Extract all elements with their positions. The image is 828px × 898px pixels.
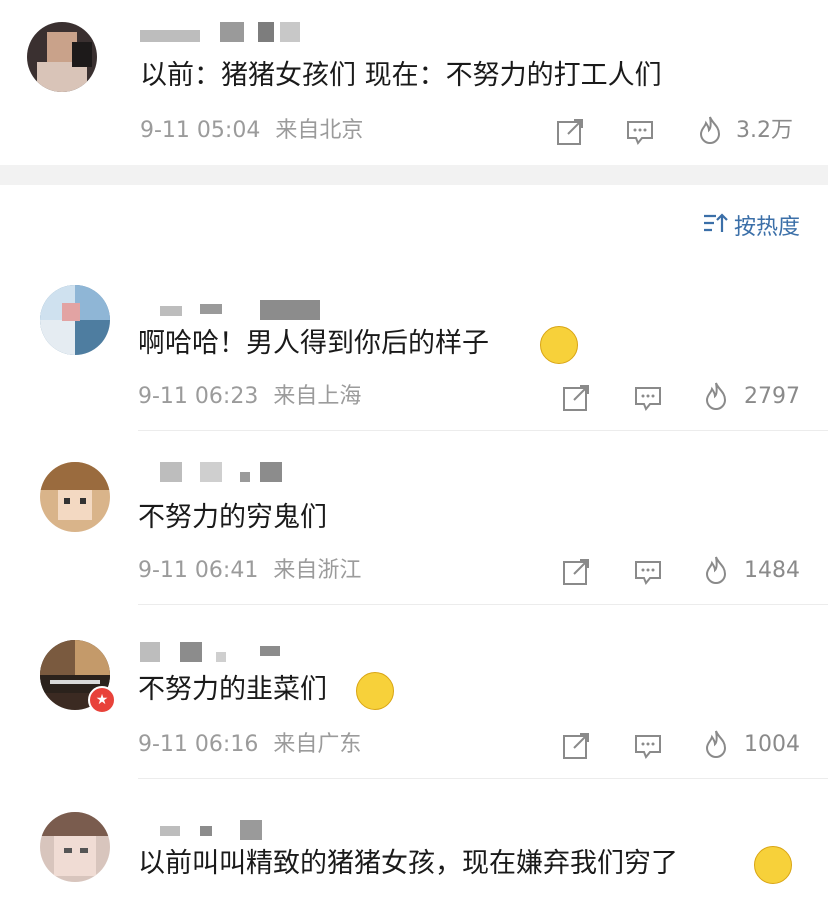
post-time: 9-11 05:04 <box>140 118 261 143</box>
share-icon[interactable] <box>560 556 592 588</box>
comment-divider <box>138 778 828 779</box>
sort-icon <box>702 212 728 244</box>
comment-time: 9-11 06:23 <box>138 384 259 409</box>
avatar[interactable] <box>40 285 110 355</box>
share-icon[interactable] <box>560 382 592 414</box>
comment-icon[interactable] <box>632 382 664 414</box>
comment-divider <box>138 604 828 605</box>
comment-icon[interactable] <box>632 556 664 588</box>
sort-label: 按热度 <box>733 215 800 240</box>
comment-timestamp: 9-11 06:23 来自上海 <box>138 382 361 412</box>
comment-icon[interactable] <box>632 730 664 762</box>
comment-timestamp: 9-11 06:16 来自广东 <box>138 730 361 760</box>
share-icon[interactable] <box>554 116 586 148</box>
comment-divider <box>138 430 828 431</box>
comment-text: 啊哈哈！男人得到你后的样子 <box>138 328 489 359</box>
username-mosaic[interactable] <box>140 300 320 320</box>
comment-timestamp: 9-11 06:41 来自浙江 <box>138 556 361 586</box>
smirk-emoji <box>540 326 578 364</box>
avatar[interactable] <box>40 812 110 882</box>
like-count: 1484 <box>744 558 800 583</box>
flame-icon[interactable] <box>700 728 732 760</box>
username-mosaic[interactable] <box>140 820 290 840</box>
avatar[interactable] <box>27 22 97 92</box>
crying-laughing-emoji <box>754 846 792 884</box>
comment-location: 来自浙江 <box>273 558 362 583</box>
post-location: 来自北京 <box>275 118 364 143</box>
comment-text: 不努力的穷鬼们 <box>138 502 327 533</box>
like-count: 2797 <box>744 384 800 409</box>
username-mosaic[interactable] <box>140 642 300 662</box>
avatar[interactable] <box>40 462 110 532</box>
comment-icon[interactable] <box>624 116 656 148</box>
verified-badge-icon: ★ <box>88 686 116 714</box>
post-timestamp: 9-11 05:04 来自北京 <box>140 116 363 146</box>
comment-time: 9-11 06:41 <box>138 558 259 583</box>
section-separator <box>0 165 828 185</box>
comment-location: 来自上海 <box>273 384 362 409</box>
laughing-emoji <box>356 672 394 710</box>
comment-location: 来自广东 <box>273 732 362 757</box>
flame-icon[interactable] <box>700 380 732 412</box>
like-count: 1004 <box>744 732 800 757</box>
share-icon[interactable] <box>560 730 592 762</box>
post-text: 以前：猪猪女孩们 现在：不努力的打工人们 <box>140 60 662 91</box>
comment-time: 9-11 06:16 <box>138 732 259 757</box>
sort-by-hot-button[interactable]: 按热度 <box>702 212 800 244</box>
comment-text: 不努力的韭菜们 <box>138 674 327 705</box>
username-mosaic[interactable] <box>140 462 300 482</box>
username-mosaic[interactable] <box>140 22 300 42</box>
like-count: 3.2万 <box>736 118 793 143</box>
flame-icon[interactable] <box>694 114 726 146</box>
comment-text: 以前叫叫精致的猪猪女孩，现在嫌弃我们穷了 <box>138 848 678 879</box>
flame-icon[interactable] <box>700 554 732 586</box>
